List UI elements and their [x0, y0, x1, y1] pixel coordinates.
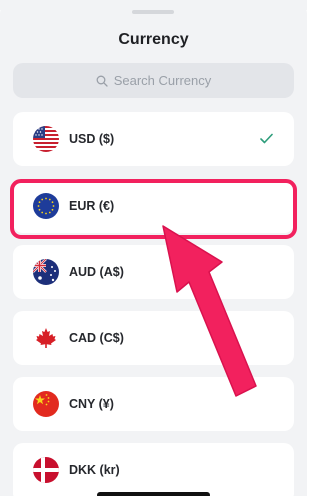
checkmark-icon	[260, 133, 273, 144]
search-input[interactable]: Search Currency	[13, 63, 294, 98]
currency-label: USD ($)	[69, 132, 115, 146]
cn-flag-icon	[33, 391, 59, 417]
au-flag-icon	[33, 259, 59, 285]
currency-label: CAD (C$)	[69, 331, 124, 345]
ca-flag-icon	[33, 325, 59, 351]
currency-row-aud[interactable]: AUD (A$)	[13, 245, 294, 299]
currency-row-cny[interactable]: CNY (¥)	[13, 377, 294, 431]
currency-row-usd[interactable]: USD ($)	[13, 112, 294, 166]
currency-row-eur[interactable]: EUR (€)	[13, 179, 294, 233]
currency-label: CNY (¥)	[69, 397, 114, 411]
currency-label: EUR (€)	[69, 199, 115, 213]
dk-flag-icon	[33, 457, 59, 483]
home-indicator	[97, 492, 210, 496]
eu-flag-icon	[33, 193, 59, 219]
sheet-title: Currency	[118, 31, 189, 48]
currency-sheet: Currency Search Currency USD ($) EUR (€)…	[0, 0, 307, 496]
search-placeholder: Search Currency	[113, 73, 212, 88]
search-icon	[96, 75, 108, 87]
us-flag-icon	[33, 126, 59, 152]
currency-label: DKK (kr)	[69, 463, 120, 477]
sheet-grabber[interactable]	[132, 10, 174, 14]
currency-row-dkk[interactable]: DKK (kr)	[13, 443, 294, 496]
currency-row-cad[interactable]: CAD (C$)	[13, 311, 294, 365]
currency-label: AUD (A$)	[69, 265, 124, 279]
